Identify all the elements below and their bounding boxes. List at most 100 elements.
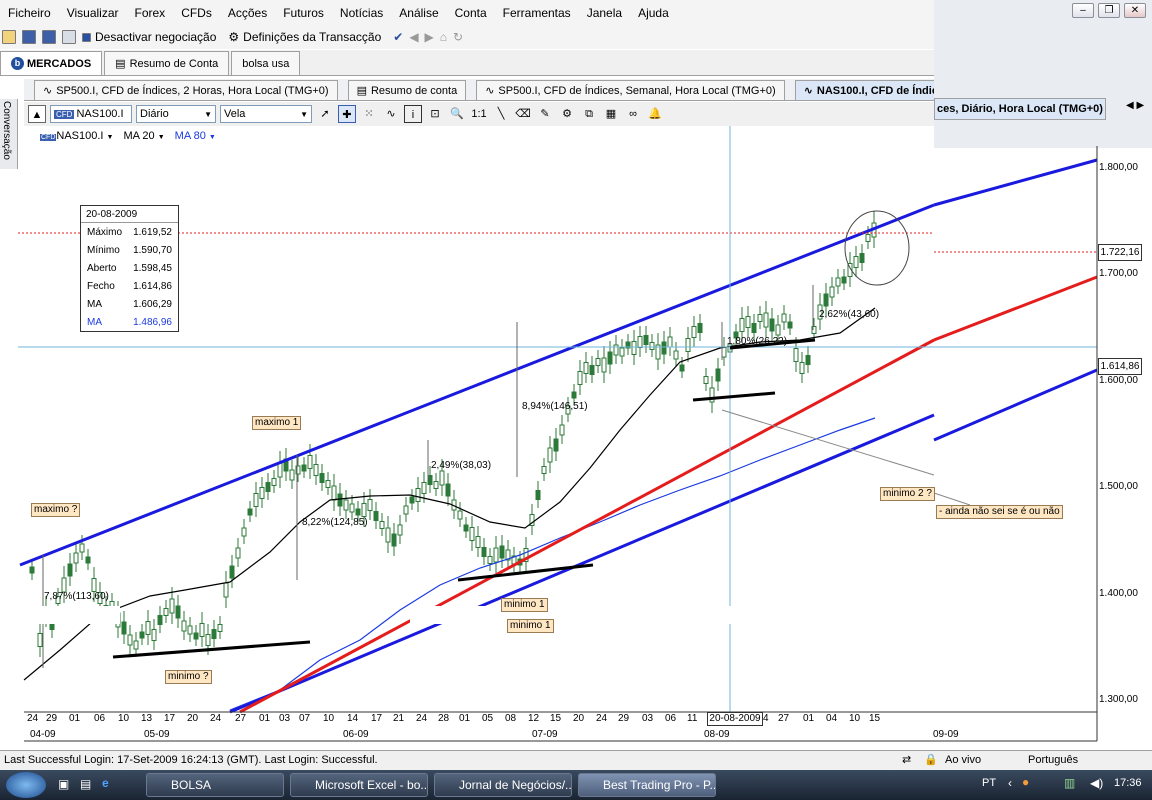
annotation-min1-duplicate[interactable]: minimo 1 — [507, 619, 554, 633]
language-status: Português — [1028, 754, 1079, 766]
date-tick: 03 — [642, 713, 654, 724]
candle-body — [661, 341, 667, 355]
date-tick: 21 — [393, 713, 405, 724]
pct-label-1: 8,94%(146,51) — [522, 401, 588, 412]
explorer-icon[interactable]: ▤ — [80, 777, 91, 791]
candle-body — [331, 485, 337, 501]
info-value: 1.614,86 — [133, 280, 172, 292]
candle-body — [595, 358, 601, 366]
info-row-close: Fecho 1.614,86 — [81, 277, 178, 295]
candle-body — [571, 391, 577, 399]
candle-body — [589, 365, 595, 375]
task-label: Microsoft Excel - bo... — [315, 778, 428, 792]
candle-body — [73, 552, 79, 564]
task-bolsa[interactable]: BOLSA — [146, 773, 284, 797]
price-tick: 1.700,00 — [1099, 268, 1138, 279]
candle-body — [685, 338, 691, 352]
candle-body — [85, 556, 91, 564]
date-tick: 28 — [438, 713, 450, 724]
info-value: 1.598,45 — [133, 262, 172, 274]
candle-body — [217, 624, 223, 632]
last-price-box: 1.722,16 — [1098, 244, 1142, 261]
date-tick: 27 — [778, 713, 790, 724]
date-tick: 24 — [416, 713, 428, 724]
candle-body — [289, 469, 295, 481]
candle-body — [637, 336, 643, 348]
candle-body — [241, 527, 247, 537]
month-label: 05-09 — [144, 729, 170, 740]
candle-body — [121, 621, 127, 635]
candle-body — [487, 556, 493, 564]
candle-body — [751, 323, 757, 333]
month-label: 09-09 — [933, 729, 959, 740]
candle-body — [313, 464, 319, 476]
date-tick: 14 — [347, 713, 359, 724]
candle-body — [259, 487, 265, 499]
date-tick: 04 — [826, 713, 838, 724]
task-jornal[interactable]: Jornal de Negócios/... — [434, 773, 572, 797]
candle-body — [139, 631, 145, 639]
candle-body — [181, 620, 187, 632]
chart-occlusion-mid — [410, 606, 934, 624]
tray-network-icon[interactable]: ▥ — [1064, 776, 1075, 790]
date-tick: 10 — [849, 713, 861, 724]
internet-explorer-icon[interactable]: e — [102, 776, 109, 790]
show-desktop-icon[interactable]: ▣ — [58, 777, 69, 791]
info-row-ma20: MA 1.606,29 — [81, 295, 178, 313]
candle-body — [619, 347, 625, 357]
candle-body — [715, 368, 721, 382]
candle-body — [337, 493, 343, 507]
date-tick: 24 — [596, 713, 608, 724]
status-bar: Last Successful Login: 17-Set-2009 16:24… — [0, 750, 1152, 770]
candle-body — [493, 547, 499, 563]
candle-body — [325, 480, 331, 488]
date-tick: 01 — [259, 713, 271, 724]
candle-body — [79, 543, 85, 553]
channel-bottom-line[interactable] — [229, 413, 935, 714]
candle-body — [643, 335, 649, 345]
annotation-max-q[interactable]: maximo ? — [31, 503, 81, 517]
candle-body — [163, 608, 169, 616]
task-excel[interactable]: Microsoft Excel - bo... — [290, 773, 428, 797]
candle-body — [145, 621, 151, 635]
candle-body — [577, 371, 583, 385]
candle-body — [799, 362, 805, 374]
date-tick: 13 — [141, 713, 153, 724]
task-label: BOLSA — [171, 778, 212, 792]
tray-chevron-icon[interactable]: ‹ — [1008, 776, 1012, 790]
date-tick: 4 — [763, 713, 769, 724]
highlight-circle — [844, 210, 910, 286]
annotation-min1[interactable]: minimo 1 — [501, 598, 548, 612]
annotation-note[interactable]: - ainda não sei se é ou não — [936, 505, 1063, 519]
info-label: Máximo — [87, 226, 123, 238]
info-label: Fecho — [87, 280, 115, 292]
annotation-min2[interactable]: minimo 2 ? — [880, 487, 935, 501]
candle-body — [265, 482, 271, 492]
tray-app-icon[interactable]: ● — [1022, 775, 1029, 789]
candle-body — [253, 493, 259, 507]
task-best-trading[interactable]: Best Trading Pro - P... — [578, 773, 716, 797]
date-tick: 17 — [371, 713, 383, 724]
info-label: Aberto — [87, 262, 117, 274]
login-status: Last Successful Login: 17-Set-2009 16:24… — [4, 754, 378, 766]
keyboard-language[interactable]: PT — [982, 777, 996, 789]
info-row-low: Mínimo 1.590,70 — [81, 241, 178, 259]
start-button[interactable] — [6, 772, 46, 798]
candle-body — [415, 488, 421, 502]
date-tick: 29 — [46, 713, 58, 724]
date-tick: 01 — [69, 713, 81, 724]
volume-icon[interactable]: ◀) — [1090, 776, 1103, 790]
live-status: Ao vivo — [945, 754, 982, 766]
info-value: 1.486,96 — [133, 316, 172, 328]
annotation-max1[interactable]: maximo 1 — [252, 416, 302, 430]
candle-body — [37, 633, 43, 647]
candle-body — [391, 533, 397, 547]
candle-body — [229, 565, 235, 579]
candle-body — [205, 634, 211, 646]
candle-body — [319, 473, 325, 483]
price-tick: 1.600,00 — [1099, 375, 1138, 386]
candle-body — [373, 511, 379, 521]
annotation-min-q[interactable]: minimo ? — [165, 670, 212, 684]
candle-body — [355, 508, 361, 516]
candle-body — [427, 475, 433, 485]
